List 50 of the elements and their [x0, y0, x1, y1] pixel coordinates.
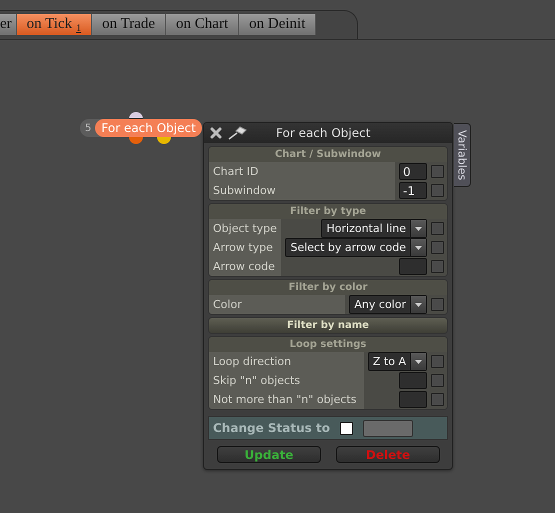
field-label: Not more than "n" objects	[209, 390, 364, 409]
caret-icon	[415, 246, 422, 250]
number-field[interactable]	[399, 391, 427, 408]
number-field[interactable]	[399, 258, 427, 275]
field-label: Object type	[209, 219, 282, 238]
status-label: Change Status to	[213, 421, 330, 435]
field-label: Chart ID	[209, 162, 395, 181]
side-tab[interactable]: Variables	[454, 123, 471, 187]
dropdown[interactable]: Horizontal line	[321, 219, 427, 238]
section-header[interactable]: Filter by type	[209, 204, 447, 219]
checkbox[interactable]	[430, 241, 444, 254]
section-header[interactable]: Chart / Subwindow	[209, 147, 447, 162]
number-field[interactable]: 0	[399, 163, 427, 180]
tab[interactable]: on Tick 1	[16, 14, 92, 35]
field-label: Skip "n" objects	[209, 371, 364, 390]
dropdown[interactable]: Select by arrow code	[285, 238, 427, 257]
number-field[interactable]	[399, 372, 427, 389]
caret-icon	[415, 226, 422, 230]
checkbox[interactable]	[430, 355, 444, 368]
dropdown[interactable]: Z to A	[368, 352, 427, 371]
tab[interactable]: on Chart	[166, 14, 240, 35]
node-title[interactable]: For each Object	[95, 119, 202, 137]
section-header[interactable]: Filter by name	[209, 318, 447, 333]
checkbox[interactable]	[430, 298, 444, 311]
update-button[interactable]: Update	[217, 446, 321, 463]
tab[interactable]: on Deinit	[239, 14, 316, 35]
field-label: Arrow code	[209, 257, 282, 276]
checkbox[interactable]	[430, 184, 444, 197]
tab[interactable]: er	[0, 14, 17, 35]
field-label: Color	[209, 295, 346, 314]
checkbox[interactable]	[430, 165, 444, 178]
dialog-title: For each Object	[276, 126, 370, 140]
section-header[interactable]: Loop settings	[209, 337, 447, 352]
checkbox[interactable]	[430, 222, 444, 235]
dropdown[interactable]: Any color	[349, 295, 427, 314]
field-label: Loop direction	[209, 352, 364, 371]
checkbox[interactable]	[430, 260, 444, 273]
close-icon[interactable]	[210, 127, 222, 139]
field-label: Arrow type	[209, 238, 282, 257]
checkbox[interactable]	[430, 393, 444, 406]
caret-icon	[415, 302, 422, 306]
status-field[interactable]	[362, 420, 413, 436]
field-label: Subwindow	[209, 181, 395, 200]
section-header[interactable]: Filter by color	[209, 280, 447, 295]
caret-icon	[415, 360, 422, 364]
checkbox[interactable]	[340, 422, 353, 434]
pin-icon[interactable]	[228, 126, 248, 140]
number-field[interactable]: -1	[399, 182, 427, 199]
tab[interactable]: on Trade	[92, 14, 166, 35]
checkbox[interactable]	[430, 374, 444, 387]
